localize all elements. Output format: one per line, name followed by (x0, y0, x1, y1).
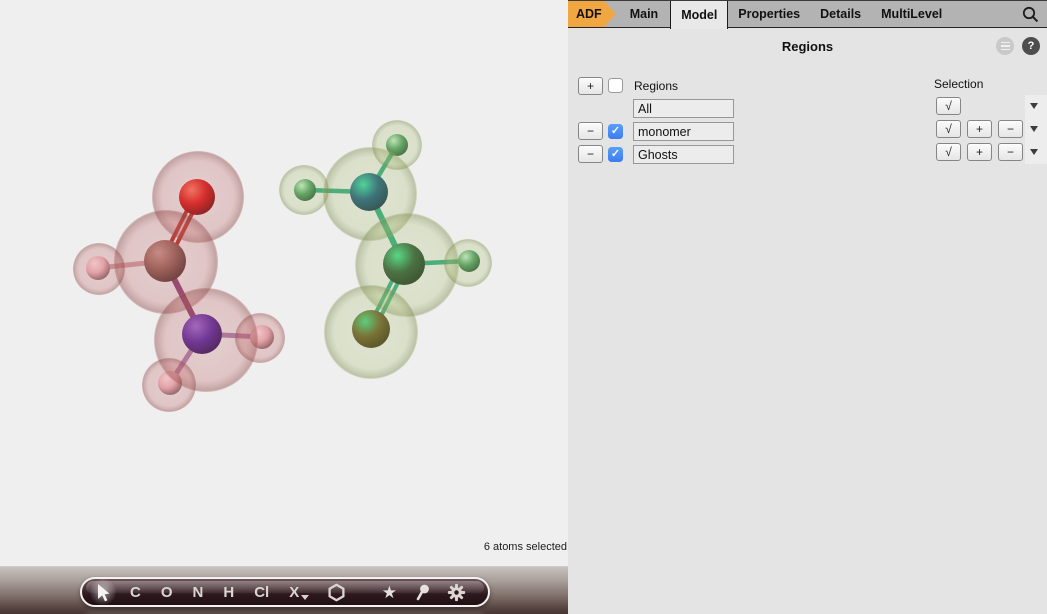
selection-dropdown-ghosts[interactable] (1030, 149, 1038, 155)
status-text: 6 atoms selected (484, 541, 567, 553)
menu-button[interactable] (996, 37, 1014, 55)
settings-button[interactable] (447, 583, 466, 602)
selection-remove-button-ghosts[interactable]: − (998, 143, 1023, 161)
region-name-input-all[interactable] (633, 99, 734, 118)
pointer-tool-button[interactable] (413, 583, 431, 602)
selection-check-button-ghosts[interactable]: √ (936, 143, 961, 161)
element-button-X[interactable]: X (289, 584, 309, 601)
add-region-button[interactable]: + (578, 77, 603, 95)
selection-halo (444, 239, 492, 287)
tab-model[interactable]: Model (670, 1, 728, 29)
selection-remove-button-monomer[interactable]: − (998, 120, 1023, 138)
region-checkbox-monomer[interactable]: ✓ (608, 124, 623, 139)
element-button-Cl[interactable]: Cl (254, 584, 269, 601)
pin-icon (413, 583, 431, 602)
tab-bar: ADF Main Model Properties Details MultiL… (568, 0, 1047, 28)
regions-header-checkbox[interactable] (608, 78, 623, 93)
tab-adf[interactable]: ADF (568, 1, 616, 27)
region-checkbox-ghosts[interactable]: ✓ (608, 147, 623, 162)
molecule-canvas[interactable] (0, 0, 568, 614)
favorites-button[interactable]: ★ (382, 584, 397, 601)
element-button-C[interactable]: C (130, 584, 141, 601)
help-button[interactable]: ? (1022, 37, 1040, 55)
chevron-down-icon (301, 595, 309, 600)
selection-halo (235, 313, 285, 363)
selection-check-button-monomer[interactable]: √ (936, 120, 961, 138)
remove-region-button-monomer[interactable]: − (578, 122, 603, 140)
element-button-H[interactable]: H (223, 584, 234, 601)
selection-check-button-all[interactable]: √ (936, 97, 961, 115)
element-button-N[interactable]: N (193, 584, 204, 601)
page-title: Regions (568, 39, 1047, 54)
selection-halo (279, 165, 329, 215)
cursor-icon (94, 583, 112, 602)
selection-halo (73, 243, 125, 295)
regions-column-label: Regions (634, 79, 678, 93)
remove-region-button-ghosts[interactable]: − (578, 145, 603, 163)
element-toolbar: C O N H Cl X ★ (80, 577, 490, 607)
selection-dropdown-monomer[interactable] (1030, 126, 1038, 132)
tab-multilevel[interactable]: MultiLevel (871, 1, 952, 27)
element-button-O[interactable]: O (161, 584, 173, 601)
selection-halo (324, 285, 418, 379)
molecule-viewer[interactable]: 6 atoms selected C O N H Cl X (0, 0, 568, 614)
benzene-ring-icon (327, 583, 346, 602)
selection-halo (142, 358, 196, 412)
tab-details[interactable]: Details (810, 1, 871, 27)
selection-add-button-monomer[interactable]: + (967, 120, 992, 138)
gear-icon (447, 583, 466, 602)
star-icon: ★ (382, 584, 397, 601)
tab-properties[interactable]: Properties (728, 1, 810, 27)
selection-dropdown-all[interactable] (1030, 103, 1038, 109)
selection-halo (372, 120, 422, 170)
region-name-input-monomer[interactable] (633, 122, 734, 141)
toolbar-strip: C O N H Cl X ★ (0, 566, 568, 614)
search-button[interactable] (1021, 5, 1040, 24)
settings-panel: ADF Main Model Properties Details MultiL… (568, 0, 1047, 614)
search-icon (1021, 5, 1040, 24)
ring-tool-button[interactable] (327, 583, 346, 602)
region-name-input-ghosts[interactable] (633, 145, 734, 164)
selection-column-label: Selection (934, 77, 983, 91)
adfinput-window: 6 atoms selected C O N H Cl X (0, 0, 1047, 614)
select-tool-button[interactable] (90, 579, 116, 605)
regions-panel: Regions ? + Regions Selection √ − ✓ √ + … (568, 29, 1047, 614)
tab-main[interactable]: Main (618, 1, 670, 27)
selection-add-button-ghosts[interactable]: + (967, 143, 992, 161)
